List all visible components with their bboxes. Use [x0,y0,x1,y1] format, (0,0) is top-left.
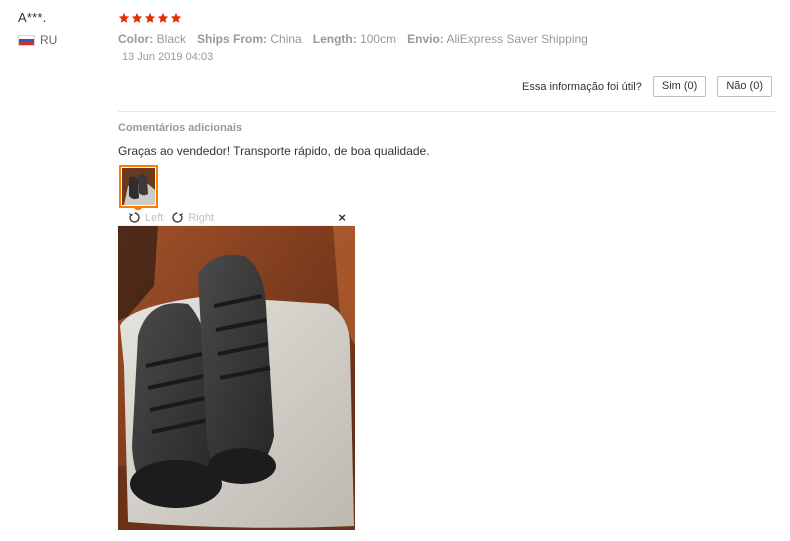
divider [118,111,776,112]
thumbnail-image [122,168,155,205]
property-value: AliExpress Saver Shipping [446,32,588,46]
star-icon [170,12,182,23]
review-date: 13 Jun 2019 04:03 [122,51,214,63]
star-icon [157,12,169,23]
property-label: Ships From: [197,32,268,46]
property-ships-from: Ships From: China [197,32,302,46]
russia-flag-icon [18,34,35,46]
property-value: 100cm [360,32,397,46]
property-label: Envio: [407,32,444,46]
shoe-photo-image [118,226,355,530]
star-icon [131,12,143,23]
review-body: Color: Black Ships From: China Length: 1… [118,10,778,541]
helpful-question: Essa informação foi útil? [522,80,642,93]
photo-viewer: Left Right × [118,210,355,541]
viewer-toolbar: Left Right × [118,210,355,226]
star-rating [118,10,778,26]
reviewer-name: A***. [18,10,47,25]
additional-comments-title: Comentários adicionais [118,122,243,134]
helpful-feedback: Essa informação foi útil? Sim (0) Não (0… [522,76,772,97]
country-code: RU [40,33,58,47]
review-photo [118,226,355,530]
helpful-no-button[interactable]: Não (0) [717,76,772,97]
reviewer-country: RU [18,33,108,47]
property-label: Length: [312,32,357,46]
property-value: Black [156,32,187,46]
rotate-left-button[interactable]: Left [128,211,163,224]
additional-comments-text: Graças ao vendedor! Transporte rápido, d… [118,144,430,158]
rotate-right-icon [172,212,184,223]
review-photo-thumbnail[interactable] [119,165,158,208]
property-label: Color: [118,32,154,46]
thumbnail-shoe-image [122,168,155,205]
order-properties: Color: Black Ships From: China Length: 1… [118,32,778,46]
rotate-right-button[interactable]: Right [171,211,214,224]
reviewer-info: A***. RU [18,10,108,47]
rotate-right-label: Right [188,211,215,224]
star-icon [118,12,130,23]
property-length: Length: 100cm [313,32,396,46]
helpful-yes-button[interactable]: Sim (0) [652,76,707,97]
rotate-left-label: Left [145,211,164,224]
property-shipping: Envio: AliExpress Saver Shipping [407,32,588,46]
property-color: Color: Black [118,32,186,46]
rotate-left-icon [128,212,140,223]
property-value: China [270,32,302,46]
star-icon [144,12,156,23]
close-icon[interactable]: × [338,211,346,224]
